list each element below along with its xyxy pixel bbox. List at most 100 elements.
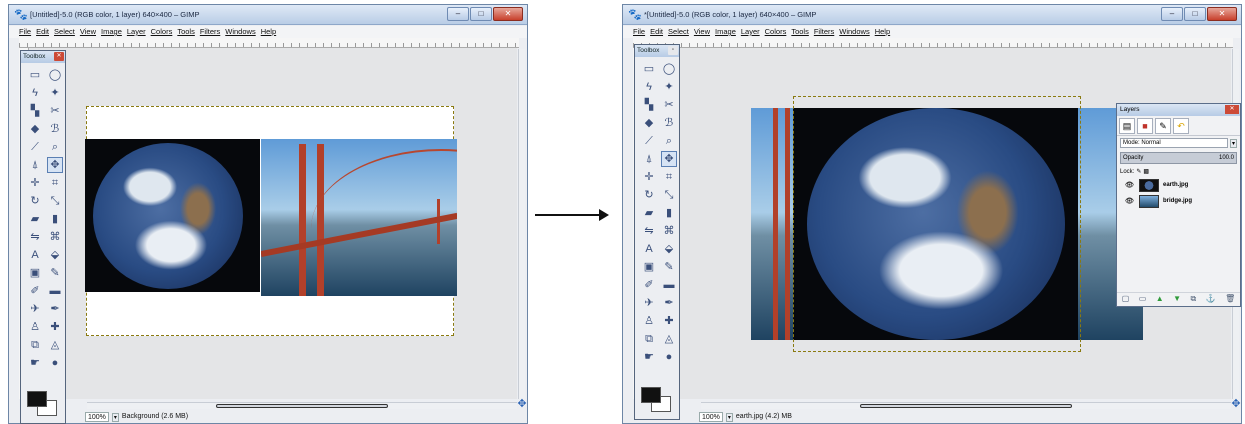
horizontal-ruler[interactable] <box>633 38 1233 48</box>
color-picker-icon[interactable]: ⟋ <box>27 139 43 155</box>
heal-icon[interactable]: ✚ <box>661 313 677 329</box>
paths-icon[interactable]: ℬ <box>47 121 63 137</box>
ellipse-select-icon[interactable]: ◯ <box>47 67 63 83</box>
bucket-fill-icon[interactable]: ⬙ <box>47 247 63 263</box>
paintbrush-icon[interactable]: ✐ <box>641 277 657 293</box>
menu-layer[interactable]: Layer <box>127 26 146 38</box>
menu-help[interactable]: Help <box>261 26 276 38</box>
menu-file[interactable]: File <box>19 26 31 38</box>
menu-select[interactable]: Select <box>668 26 689 38</box>
close-button[interactable]: ✕ <box>1207 7 1237 21</box>
shear-icon[interactable]: ▰ <box>641 205 657 221</box>
menu-windows[interactable]: Windows <box>225 26 255 38</box>
visibility-eye-icon[interactable]: 👁 <box>1125 181 1135 189</box>
horizontal-ruler[interactable] <box>19 38 519 48</box>
horizontal-scrollbar[interactable] <box>701 402 1231 409</box>
menu-tools[interactable]: Tools <box>177 26 195 38</box>
airbrush-icon[interactable]: ✈ <box>641 295 657 311</box>
dodge-burn-icon[interactable]: ● <box>47 355 63 371</box>
zoom-level[interactable]: 100% <box>85 412 109 422</box>
rotate-icon[interactable]: ↻ <box>27 193 43 209</box>
tab-undo-icon[interactable]: ↶ <box>1173 118 1189 134</box>
maximize-button[interactable]: □ <box>1184 7 1206 21</box>
toolbox-close-icon[interactable]: ✕ <box>54 52 64 61</box>
horizontal-scrollbar[interactable] <box>87 402 517 409</box>
menu-colors[interactable]: Colors <box>765 26 787 38</box>
menu-colors[interactable]: Colors <box>151 26 173 38</box>
rotate-icon[interactable]: ↻ <box>641 187 657 203</box>
visibility-eye-icon[interactable]: 👁 <box>1125 197 1135 205</box>
tab-layers-icon[interactable]: ▤ <box>1119 118 1135 134</box>
navigate-icon[interactable]: ✥ <box>1231 399 1241 410</box>
perspective-icon[interactable]: ▮ <box>47 211 63 227</box>
menu-image[interactable]: Image <box>715 26 736 38</box>
close-button[interactable]: ✕ <box>493 7 523 21</box>
lasso-icon[interactable]: ϟ <box>641 79 657 95</box>
zoom-dropdown-icon[interactable]: ▾ <box>725 412 733 422</box>
menu-tools[interactable]: Tools <box>791 26 809 38</box>
opacity-slider[interactable]: Opacity 100.0 <box>1120 152 1237 164</box>
minimize-button[interactable]: – <box>1161 7 1183 21</box>
pencil-icon[interactable]: ✎ <box>47 265 63 281</box>
blend-icon[interactable]: ▣ <box>641 259 657 275</box>
menu-view[interactable]: View <box>80 26 96 38</box>
cage-icon[interactable]: ⌘ <box>47 229 63 245</box>
menu-filters[interactable]: Filters <box>814 26 834 38</box>
toolbox-close-icon[interactable]: ▫ <box>668 46 678 55</box>
layers-title[interactable]: Layers ✕ <box>1117 104 1240 116</box>
ellipse-select-icon[interactable]: ◯ <box>661 61 677 77</box>
blur-icon[interactable]: ◬ <box>661 331 677 347</box>
smudge-icon[interactable]: ☛ <box>27 355 43 371</box>
ink-icon[interactable]: ✒ <box>47 301 63 317</box>
menu-select[interactable]: Select <box>54 26 75 38</box>
measure-icon[interactable]: ⍋ <box>27 157 43 173</box>
zoom-icon[interactable]: ⌕ <box>47 139 63 155</box>
perspective-clone-icon[interactable]: ⧉ <box>641 331 657 347</box>
canvas-area[interactable] <box>29 48 517 399</box>
fg-bg-color-swatches[interactable] <box>641 387 671 413</box>
clone-icon[interactable]: ♙ <box>27 319 43 335</box>
foreground-select-icon[interactable]: ◆ <box>27 121 43 137</box>
heal-icon[interactable]: ✚ <box>47 319 63 335</box>
lock-pixels-icon[interactable]: ✎ <box>1136 168 1141 175</box>
foreground-select-icon[interactable]: ◆ <box>641 115 657 131</box>
color-select-icon[interactable]: ▚ <box>27 103 43 119</box>
menu-file[interactable]: File <box>633 26 645 38</box>
layer-row[interactable]: 👁 bridge.jpg <box>1117 193 1240 209</box>
menu-filters[interactable]: Filters <box>200 26 220 38</box>
eraser-icon[interactable]: ▬ <box>47 283 63 299</box>
lower-layer-icon[interactable]: ▼ <box>1173 294 1181 304</box>
tab-paths-icon[interactable]: ✎ <box>1155 118 1171 134</box>
crop-icon[interactable]: ⌗ <box>661 169 677 185</box>
bucket-fill-icon[interactable]: ⬙ <box>661 241 677 257</box>
menu-view[interactable]: View <box>694 26 710 38</box>
vertical-scrollbar[interactable] <box>518 49 525 399</box>
zoom-dropdown-icon[interactable]: ▾ <box>111 412 119 422</box>
menu-help[interactable]: Help <box>875 26 890 38</box>
zoom-icon[interactable]: ⌕ <box>661 133 677 149</box>
minimize-button[interactable]: – <box>447 7 469 21</box>
layer-row[interactable]: 👁 earth.jpg <box>1117 177 1240 193</box>
dodge-burn-icon[interactable]: ● <box>661 349 677 365</box>
title-bar[interactable]: 🐾 *[Untitled]-5.0 (RGB color, 1 layer) 6… <box>623 5 1241 25</box>
foreground-color-swatch[interactable] <box>641 387 661 403</box>
menu-image[interactable]: Image <box>101 26 122 38</box>
zoom-level[interactable]: 100% <box>699 412 723 422</box>
smudge-icon[interactable]: ☛ <box>641 349 657 365</box>
rect-select-icon[interactable]: ▭ <box>641 61 657 77</box>
color-select-icon[interactable]: ▚ <box>641 97 657 113</box>
raise-layer-icon[interactable]: ▲ <box>1156 294 1164 304</box>
align-icon[interactable]: ✛ <box>641 169 657 185</box>
fuzzy-select-icon[interactable]: ✦ <box>47 85 63 101</box>
navigate-icon[interactable]: ✥ <box>517 399 527 410</box>
scissors-icon[interactable]: ✂ <box>47 103 63 119</box>
scale-icon[interactable]: ⤡ <box>47 193 63 209</box>
lock-alpha-icon[interactable]: ▩ <box>1143 168 1149 175</box>
fg-bg-color-swatches[interactable] <box>27 391 57 417</box>
shear-icon[interactable]: ▰ <box>27 211 43 227</box>
title-bar[interactable]: 🐾 [Untitled]-5.0 (RGB color, 1 layer) 64… <box>9 5 527 25</box>
foreground-color-swatch[interactable] <box>27 391 47 407</box>
perspective-clone-icon[interactable]: ⧉ <box>27 337 43 353</box>
text-icon[interactable]: A <box>641 241 657 257</box>
pencil-icon[interactable]: ✎ <box>661 259 677 275</box>
